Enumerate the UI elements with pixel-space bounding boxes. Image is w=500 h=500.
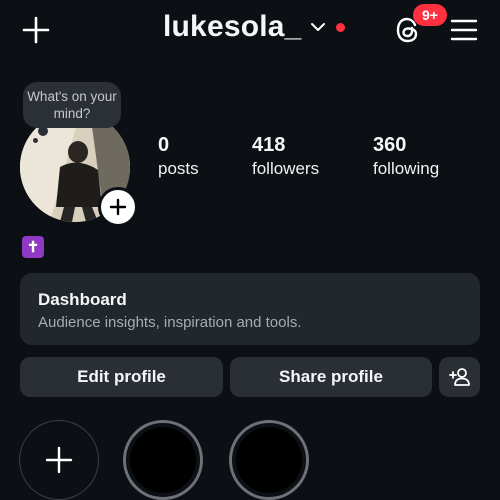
plus-icon[interactable] xyxy=(20,14,52,46)
discover-people-button[interactable] xyxy=(439,357,480,397)
status-dot xyxy=(335,22,345,32)
note-bubble[interactable]: What's on your mind? xyxy=(23,82,121,128)
account-switcher[interactable]: lukesola_ xyxy=(163,10,345,44)
note-bubble-tail xyxy=(38,126,48,136)
highlight-cover xyxy=(130,427,196,493)
posts-label: posts xyxy=(158,159,199,178)
menu-icon[interactable] xyxy=(450,18,478,42)
edit-profile-button[interactable]: Edit profile xyxy=(20,357,223,397)
cross-emoji: ✝ xyxy=(22,236,44,258)
followers-stat[interactable]: 418 followers xyxy=(252,133,319,181)
plus-icon xyxy=(45,446,73,474)
story-highlight[interactable] xyxy=(123,420,203,500)
note-bubble-tail-dot xyxy=(33,138,38,143)
followers-count: 418 xyxy=(252,134,286,156)
posts-count: 0 xyxy=(158,134,170,156)
chevron-down-icon xyxy=(310,23,325,31)
share-profile-button[interactable]: Share profile xyxy=(230,357,432,397)
following-stat[interactable]: 360 following xyxy=(373,133,439,181)
following-count: 360 xyxy=(373,134,407,156)
username: lukesola_ xyxy=(163,10,302,43)
dashboard-title: Dashboard xyxy=(38,290,127,309)
followers-label: followers xyxy=(252,159,320,178)
add-story-button[interactable] xyxy=(98,187,138,227)
dashboard-card[interactable]: Dashboard Audience insights, inspiration… xyxy=(20,273,480,345)
notification-badge: 9+ xyxy=(413,4,447,26)
add-person-icon xyxy=(448,368,470,386)
dashboard-subtitle: Audience insights, inspiration and tools… xyxy=(38,314,302,331)
highlight-cover xyxy=(236,427,302,493)
story-highlight[interactable] xyxy=(229,420,309,500)
posts-stat[interactable]: 0 posts xyxy=(158,133,199,181)
following-label: following xyxy=(373,159,440,178)
plus-icon xyxy=(109,198,127,216)
new-highlight-button[interactable] xyxy=(19,420,99,500)
